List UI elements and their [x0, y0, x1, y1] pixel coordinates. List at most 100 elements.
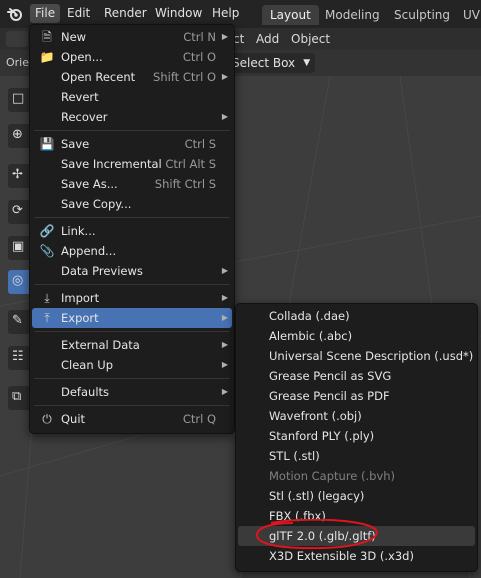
file-menu-item-export[interactable]: ⤒ Export ▶ — [32, 308, 232, 328]
file-menu-item-save-copy[interactable]: Save Copy... — [30, 194, 234, 214]
tab-modeling[interactable]: Modeling — [317, 5, 388, 25]
export-item-stl[interactable]: STL (.stl) — [238, 446, 475, 466]
file-menu-item-external-data[interactable]: External Data ▶ — [30, 335, 234, 355]
save-icon: 💾 — [39, 137, 55, 151]
menu-separator — [34, 405, 230, 406]
submenu-arrow-icon: ▶ — [221, 72, 228, 81]
item-label: External Data — [61, 338, 140, 352]
item-label: Motion Capture (.bvh) — [269, 469, 396, 483]
menu-add[interactable]: Add — [256, 31, 279, 47]
item-label: Clean Up — [61, 358, 114, 372]
item-label: FBX (.fbx) — [269, 509, 326, 523]
export-item-alembic[interactable]: Alembic (.abc) — [238, 326, 475, 346]
file-menu-item-open-recent[interactable]: Open Recent Shift Ctrl O ▶ — [30, 67, 234, 87]
export-item-gltf[interactable]: glTF 2.0 (.glb/.gltf) — [238, 526, 475, 546]
item-label: Recover — [61, 110, 108, 124]
file-menu-item-revert[interactable]: Revert — [30, 87, 234, 107]
item-label: Wavefront (.obj) — [269, 409, 362, 423]
item-label: Open Recent — [61, 70, 136, 84]
item-label: Append... — [61, 244, 117, 258]
export-item-fbx[interactable]: FBX (.fbx) — [238, 506, 475, 526]
item-label: Collada (.dae) — [269, 309, 350, 323]
select-box-icon: □ — [12, 91, 25, 106]
export-item-ply[interactable]: Stanford PLY (.ply) — [238, 426, 475, 446]
item-label: Open... — [61, 50, 103, 64]
item-label: Stl (.stl) (legacy) — [269, 489, 365, 503]
link-icon: 🔗 — [39, 224, 55, 238]
item-shortcut: Ctrl N — [183, 30, 216, 44]
item-label: Export — [61, 311, 99, 325]
item-shortcut: Shift Ctrl O — [153, 70, 216, 84]
menu-separator — [34, 217, 230, 218]
item-shortcut: Ctrl S — [184, 137, 216, 151]
export-item-gp-svg[interactable]: Grease Pencil as SVG — [238, 366, 475, 386]
cursor-icon: ⊕ — [12, 127, 23, 142]
select-mode-value: Select Box — [232, 56, 296, 70]
blender-logo-icon[interactable] — [7, 6, 23, 22]
menu-render[interactable]: Render — [99, 4, 152, 23]
export-item-stl-legacy[interactable]: Stl (.stl) (legacy) — [238, 486, 475, 506]
ruler-icon: ☷ — [12, 349, 24, 364]
item-label: glTF 2.0 (.glb/.gltf) — [269, 529, 376, 543]
pencil-icon: ✎ — [12, 313, 23, 328]
menu-separator — [34, 130, 230, 131]
item-shortcut: Shift Ctrl S — [154, 177, 216, 191]
file-menu-item-quit[interactable]: ⏻ Quit Ctrl Q — [30, 409, 234, 429]
export-item-bvh: Motion Capture (.bvh) — [238, 466, 475, 486]
scale-icon: ▣ — [12, 239, 25, 254]
item-label: Link... — [61, 224, 96, 238]
item-label: Revert — [61, 90, 99, 104]
new-file-icon: 🗎 — [42, 30, 52, 44]
item-label: Save As... — [61, 177, 118, 191]
item-label: X3D Extensible 3D (.x3d) — [269, 549, 414, 563]
select-mode-dropdown[interactable]: Select Box ▼ — [226, 53, 316, 73]
export-item-wavefront[interactable]: Wavefront (.obj) — [238, 406, 475, 426]
submenu-arrow-icon: ▶ — [221, 360, 228, 369]
item-shortcut: Ctrl O — [182, 50, 216, 64]
submenu-arrow-icon: ▶ — [221, 266, 228, 275]
file-menu-item-import[interactable]: ⤓ Import ▶ — [30, 288, 234, 308]
file-menu-item-recover[interactable]: Recover ▶ — [30, 107, 234, 127]
editor-type-icon[interactable] — [6, 31, 28, 47]
export-item-usd[interactable]: Universal Scene Description (.usd*) — [238, 346, 475, 366]
item-label: Universal Scene Description (.usd*) — [269, 349, 474, 363]
file-menu-item-save[interactable]: 💾 Save Ctrl S — [30, 134, 234, 154]
move-icon: ✢ — [12, 167, 23, 182]
power-icon: ⏻ — [42, 412, 52, 426]
menu-help[interactable]: Help — [207, 4, 244, 23]
file-menu-item-save-incremental[interactable]: Save Incremental Ctrl Alt S — [30, 154, 234, 174]
tab-sculpting[interactable]: Sculpting — [386, 5, 458, 25]
item-label: STL (.stl) — [269, 449, 320, 463]
file-menu-item-new[interactable]: 🗎 New Ctrl N ▶ — [30, 27, 234, 47]
chevron-down-icon: ▼ — [303, 58, 311, 68]
file-menu-item-open[interactable]: 📁 Open... Ctrl O — [30, 47, 234, 67]
file-menu-item-data-previews[interactable]: Data Previews ▶ — [30, 261, 234, 281]
file-menu-item-save-as[interactable]: Save As... Shift Ctrl S — [30, 174, 234, 194]
menu-object[interactable]: Object — [291, 31, 330, 47]
file-menu-item-link[interactable]: 🔗 Link... — [30, 221, 234, 241]
item-label: Data Previews — [61, 264, 143, 278]
export-icon: ⤒ — [44, 311, 50, 325]
menu-file[interactable]: File — [30, 4, 61, 23]
item-label: Alembic (.abc) — [269, 329, 353, 343]
menu-window[interactable]: Window — [150, 4, 207, 23]
file-menu-item-defaults[interactable]: Defaults ▶ — [30, 382, 234, 402]
submenu-arrow-icon: ▶ — [221, 340, 228, 349]
menu-edit[interactable]: Edit — [62, 4, 95, 23]
export-item-collada[interactable]: Collada (.dae) — [238, 306, 475, 326]
file-menu-item-clean-up[interactable]: Clean Up ▶ — [30, 355, 234, 375]
submenu-arrow-icon: ▶ — [221, 32, 228, 41]
file-menu-item-append[interactable]: 📎 Append... — [30, 241, 234, 261]
add-cube-icon: ⧉ — [12, 389, 22, 404]
item-label: Quit — [61, 412, 86, 426]
item-label: Grease Pencil as SVG — [269, 369, 392, 383]
tab-uv[interactable]: UV — [455, 5, 481, 25]
transform-icon: ◎ — [12, 273, 24, 288]
paperclip-icon: 📎 — [39, 244, 55, 258]
export-item-gp-pdf[interactable]: Grease Pencil as PDF — [238, 386, 475, 406]
export-item-x3d[interactable]: X3D Extensible 3D (.x3d) — [238, 546, 475, 566]
tab-layout[interactable]: Layout — [262, 5, 319, 25]
orientation-label: Orie — [6, 56, 30, 69]
item-shortcut: Ctrl Q — [182, 412, 216, 426]
menu-separator — [34, 284, 230, 285]
